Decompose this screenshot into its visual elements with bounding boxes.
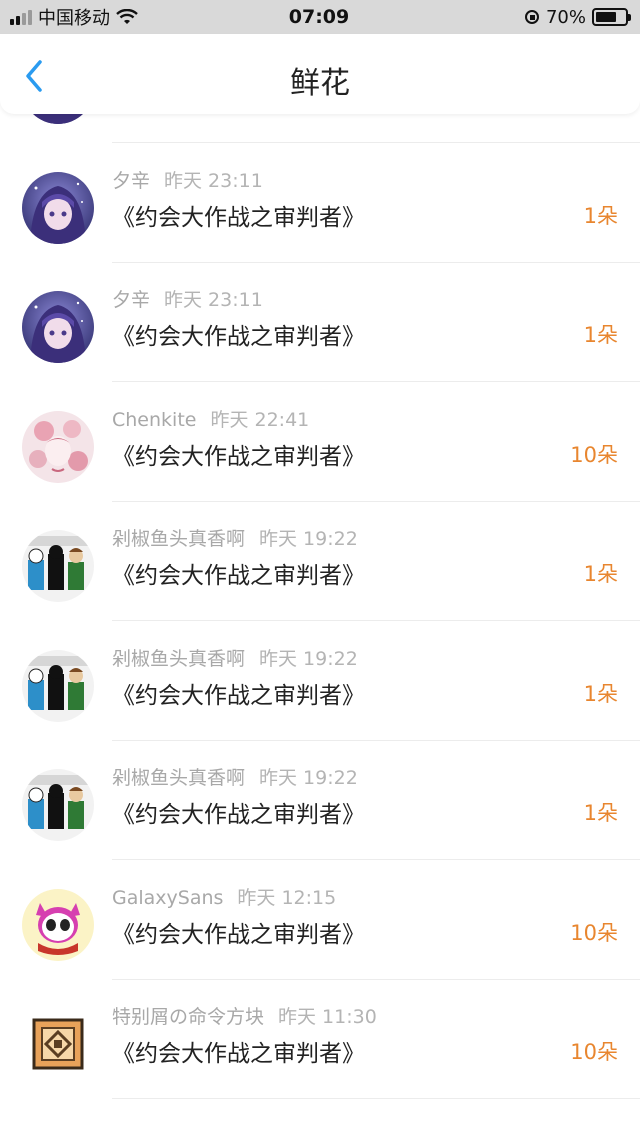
battery-icon <box>592 8 631 26</box>
gift-time: 昨天 19:22 <box>259 647 358 670</box>
gift-meta: 剁椒鱼头真香啊 昨天 19:22 <box>112 524 358 551</box>
gift-list-item[interactable]: 夕辛昨天 23:11 《约会大作战之审判者》 1朵 <box>0 114 640 143</box>
sender-name[interactable]: 剁椒鱼头真香啊 <box>112 528 245 550</box>
gift-meta: Chenkite 昨天 22:41 <box>112 405 309 432</box>
gift-time: 昨天 19:22 <box>259 528 358 550</box>
sender-name[interactable]: 夕辛 <box>112 170 150 192</box>
user-avatar[interactable] <box>22 769 94 841</box>
work-title: 《约会大作战之审判者》 <box>112 802 365 828</box>
user-avatar[interactable] <box>22 888 94 961</box>
gift-time: 昨天 23:11 <box>164 169 263 192</box>
flower-amount: 10朵 <box>570 442 618 467</box>
sender-name[interactable]: 剁椒鱼头真香啊 <box>112 648 245 670</box>
gift-time: 昨天 12:15 <box>237 886 337 909</box>
gift-list: 夕辛 昨天 23:11 《约会大作战之审判者》 1朵 夕辛 昨天 23:11 《约会… <box>0 114 640 1138</box>
signal-icon <box>10 9 32 25</box>
sender-name[interactable]: 剁椒鱼头真香啊 <box>112 767 245 789</box>
gift-list-item[interactable]: GalaxySans 昨天 12:15 《约会大作战之审判者》 10朵 <box>0 861 640 980</box>
gift-list-item[interactable]: 特别屑の命令方块 昨天 11:30 《约会大作战之审判者》 10朵 <box>0 980 640 1099</box>
sender-name[interactable]: Chenkite <box>112 409 196 431</box>
gift-meta: 剁椒鱼头真香啊 昨天 19:22 <box>112 763 358 790</box>
flower-amount: 1朵 <box>583 562 618 586</box>
status-bar: 中国移动 07:09 70% <box>0 0 640 34</box>
gift-meta: GalaxySans 昨天 12:15 <box>112 883 336 910</box>
user-avatar[interactable] <box>22 291 94 363</box>
wifi-icon <box>116 9 138 24</box>
user-avatar[interactable] <box>22 530 94 602</box>
sender-name[interactable]: 夕辛 <box>112 289 150 311</box>
work-title: 《约会大作战之审判者》 <box>112 682 365 709</box>
carrier-label: 中国移动 <box>38 8 110 29</box>
sender-name[interactable]: 特别屑の命令方块 <box>112 1006 264 1028</box>
flower-amount: 1朵 <box>583 203 618 228</box>
gift-meta: 特别屑の命令方块 昨天 11:30 <box>112 1002 377 1029</box>
user-avatar[interactable] <box>22 649 94 722</box>
page-title: 鲜花 <box>290 66 350 101</box>
flower-amount: 1朵 <box>583 801 618 825</box>
gift-list-item[interactable]: Chenkite 昨天 22:41 《约会大作战之审判者》 10朵 <box>0 383 640 502</box>
work-title: 《约会大作战之审判者》 <box>112 921 365 948</box>
flower-amount: 1朵 <box>583 681 618 706</box>
gift-list-item[interactable]: 剁椒鱼头真香啊 昨天 19:22 《约会大作战之审判者》 1朵 <box>0 741 640 860</box>
work-title: 《约会大作战之审判者》 <box>112 563 365 589</box>
navigation-bar: 鲜花 <box>0 34 640 114</box>
gift-list-item[interactable]: 夕辛昨天 23:11 《约会大作战之审判者》 1朵 <box>0 144 640 263</box>
flower-amount: 10朵 <box>570 1040 618 1064</box>
user-avatar[interactable] <box>22 410 94 483</box>
battery-percent: 70% <box>545 6 586 28</box>
gift-time: 昨天 23:11 <box>164 289 263 311</box>
flower-amount: 10朵 <box>570 920 618 945</box>
gift-list-item[interactable]: 剁椒鱼头真香啊 昨天 19:22 《约会大作战之审判者》 1朵 <box>0 502 640 621</box>
gift-time: 昨天 22:41 <box>210 408 310 431</box>
sender-name[interactable]: GalaxySans <box>112 887 223 909</box>
work-title: 《约会大作战之审判者》 <box>112 204 365 231</box>
work-title: 《约会大作战之审判者》 <box>112 443 365 470</box>
gift-time: 昨天 19:22 <box>259 767 358 789</box>
orientation-lock-icon <box>524 10 539 24</box>
status-left: 中国移动 <box>0 4 240 30</box>
user-avatar[interactable] <box>22 171 94 244</box>
user-avatar[interactable] <box>22 114 94 124</box>
work-title: 《约会大作战之审判者》 <box>112 324 365 350</box>
flower-amount: 1朵 <box>583 323 618 347</box>
user-avatar[interactable] <box>22 1008 94 1080</box>
gift-meta: 夕辛 昨天 23:11 <box>112 166 263 193</box>
gift-time: 昨天 11:30 <box>278 1006 377 1028</box>
gift-meta: 剁椒鱼头真香啊 昨天 19:22 <box>112 644 358 671</box>
gift-list-item[interactable]: 剁椒鱼头真香啊 昨天 19:22 《约会大作战之审判者》 1朵 <box>0 622 640 741</box>
gift-list-item[interactable]: 夕辛昨天 23:11 《约会大作战之审判者》 1朵 <box>0 263 640 382</box>
row-divider <box>112 1098 640 1099</box>
gift-meta: 夕辛 昨天 23:11 <box>112 285 263 312</box>
status-time: 07:09 <box>288 6 350 28</box>
status-right: 70% <box>398 7 640 28</box>
work-title: 《约会大作战之审判者》 <box>112 1041 365 1067</box>
